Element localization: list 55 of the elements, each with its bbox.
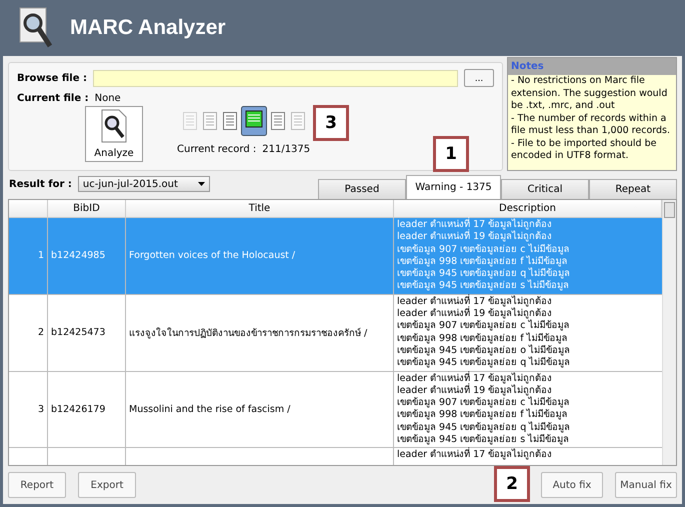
current-record-value: 211/1375 bbox=[262, 144, 310, 155]
description-line: เขตข้อมูล 945 เขตข้อมูลย่อย s ไม่มีข้อมูล bbox=[397, 280, 570, 293]
description-line: เขตข้อมูล 998 เขตข้อมูลย่อย f ไม่มีข้อมูล bbox=[397, 409, 569, 422]
description-line: เขตข้อมูล 945 เขตข้อมูลย่อย o ไม่มีข้อมูล bbox=[397, 344, 572, 356]
action-button[interactable]: Manual fix bbox=[615, 472, 677, 498]
analyze-button[interactable]: Analyze bbox=[85, 106, 143, 162]
note-text: - File to be imported should be encoded in UTF8 format. bbox=[510, 138, 658, 162]
row-number: 2 bbox=[9, 294, 48, 371]
current-record-label: Current record : bbox=[177, 144, 256, 155]
callout-number: 2 bbox=[494, 466, 530, 502]
notes-title: Notes bbox=[508, 58, 676, 75]
current-file-value: None bbox=[94, 93, 121, 104]
bibid-cell: b12425473 bbox=[48, 294, 126, 371]
result-tab[interactable]: Warning - 1375 bbox=[406, 175, 501, 199]
app-title: MARC Analyzer bbox=[70, 16, 226, 40]
description-line: เขตข้อมูล 945 เขตข้อมูลย่อย q ไม่มีข้อมูล bbox=[397, 268, 572, 280]
description-line: เขตข้อมูล 945 เขตข้อมูลย่อย q ไม่มีข้อมูล bbox=[397, 357, 572, 370]
description-line: leader ตำแหน่งที่ 19 ข้อมูลไม่ถูกต้อง bbox=[397, 308, 554, 320]
description-line: เขตข้อมูล 907 เขตข้อมูลย่อย c ไม่มีข้อมูล bbox=[397, 320, 570, 332]
action-button[interactable]: Export bbox=[78, 472, 136, 498]
description-line: leader ตำแหน่งที่ 17 ข้อมูลไม่ถูกต้อง bbox=[397, 296, 554, 307]
bibid-cell: b12424985 bbox=[48, 218, 126, 294]
description-line: เขตข้อมูล 998 เขตข้อมูลย่อย f ไม่มีข้อมูล bbox=[397, 332, 569, 344]
description-line: เขตข้อมูล 907 เขตข้อมูลย่อย c ไม่มีข้อมูล bbox=[397, 397, 570, 408]
callout-number: 3 bbox=[313, 105, 349, 141]
description-line: เขตข้อมูล 907 เขตข้อมูลย่อย c ไม่มีข้อมูล bbox=[397, 244, 570, 256]
browse-label: Browse file : bbox=[17, 72, 87, 84]
note-text: - No restrictions on Marc file extension. The suggestion would be .txt, .mrc, and .out bbox=[510, 75, 668, 112]
current-file-label: Current file : bbox=[17, 93, 89, 104]
result-tab[interactable]: Critical bbox=[501, 179, 589, 199]
row-number: 1 bbox=[9, 218, 48, 294]
title-cell: แรงจูงใจในการปฏิบัติงานของข้าราชการกรมราชองครักษ์ / bbox=[126, 294, 394, 371]
description-line: leader ตำแหน่งที่ 19 ข้อมูลไม่ถูกต้อง bbox=[397, 231, 554, 244]
description-line: leader ตำแหน่งที่ 17 ข้อมูลไม่ถูกต้อง bbox=[397, 372, 554, 384]
description-line: leader ตำแหน่งที่ 19 ข้อมูลไม่ถูกต้อง bbox=[397, 384, 554, 396]
description-line: เขตข้อมูล 945 เขตข้อมูลย่อย q ไม่มีข้อมูล bbox=[397, 422, 572, 434]
title-cell: Mussolini and the rise of fascism / bbox=[126, 372, 394, 448]
result-tab[interactable]: Repeat bbox=[589, 179, 677, 199]
browse-button[interactable]: ... bbox=[464, 69, 494, 87]
description-line: เขตข้อมูล 998 เขตข้อมูลย่อย f ไม่มีข้อมูล bbox=[397, 256, 569, 268]
callout-number: 1 bbox=[433, 136, 469, 172]
description-line: leader ตำแหน่งที่ 17 ข้อมูลไม่ถูกต้อง bbox=[397, 219, 554, 230]
column-header[interactable]: BibID bbox=[48, 200, 126, 217]
title-cell: Forgotten voices of the Holocaust / bbox=[126, 218, 394, 294]
result-tab[interactable]: Passed bbox=[318, 179, 406, 199]
action-button[interactable]: Report bbox=[8, 472, 66, 498]
result-file-dropdown[interactable]: uc-jun-jul-2015.out bbox=[78, 176, 210, 192]
row-number: 3 bbox=[9, 372, 48, 448]
column-header[interactable]: Title bbox=[126, 200, 394, 217]
description-line: leader ตำแหน่งที่ 17 ข้อมูลไม่ถูกต้อง bbox=[397, 449, 554, 462]
action-button[interactable]: Auto fix bbox=[541, 472, 603, 498]
result-for-label: Result for : bbox=[9, 179, 72, 190]
bibid-cell: b12426179 bbox=[48, 372, 126, 448]
note-text: - The number of records within a file must less than 1,000 records. bbox=[510, 112, 671, 138]
description-line: เขตข้อมูล 945 เขตข้อมูลย่อย s ไม่มีข้อมูล bbox=[397, 434, 570, 446]
